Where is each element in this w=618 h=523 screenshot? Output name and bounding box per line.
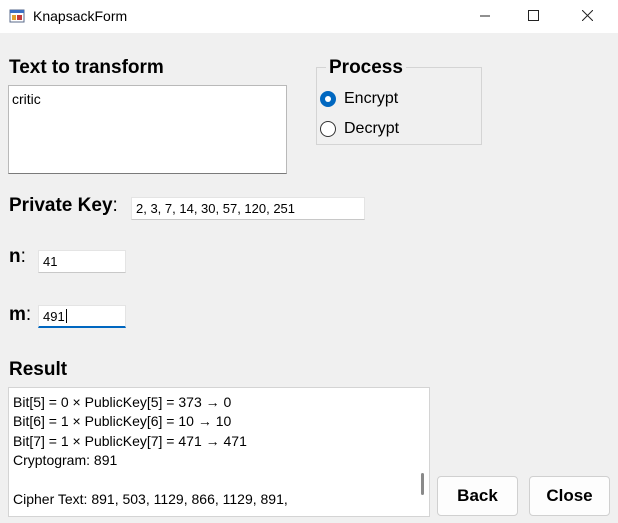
m-value: 491 <box>43 309 65 324</box>
n-input[interactable]: 41 <box>38 250 126 273</box>
n-label: n: <box>9 246 26 268</box>
back-button[interactable]: Back <box>437 476 518 516</box>
window-title: KnapsackForm <box>33 8 128 24</box>
n-colon: : <box>20 246 26 267</box>
result-line: Bit[7] = 1 × PublicKey[7] = 471 → 471 <box>13 432 247 449</box>
app-form-icon <box>9 8 25 24</box>
result-line: Cipher Text: 891, 503, 1129, 866, 1129, … <box>13 490 288 507</box>
encrypt-radio-option[interactable]: Encrypt <box>320 90 398 108</box>
private-key-input[interactable]: 2, 3, 7, 14, 30, 57, 120, 251 <box>131 197 365 220</box>
m-label: m: <box>9 304 31 326</box>
close-icon <box>581 8 593 26</box>
m-label-text: m <box>9 304 26 325</box>
minimize-button[interactable] <box>462 0 508 33</box>
text-caret <box>65 309 67 323</box>
m-input[interactable]: 491 <box>38 305 126 328</box>
result-label: Result <box>9 359 68 380</box>
maximize-icon <box>527 8 539 26</box>
close-button[interactable]: Close <box>529 476 610 516</box>
result-line: Cryptogram: 891 <box>13 452 118 469</box>
text-to-transform-value: critic <box>12 91 41 107</box>
result-lines: Bit[5] = 0 × PublicKey[5] = 373 → 0 Bit[… <box>13 393 413 509</box>
decrypt-radio-option[interactable]: Decrypt <box>320 120 399 138</box>
result-line: Bit[6] = 1 × PublicKey[6] = 10 → 10 <box>13 413 232 430</box>
result-line: Bit[5] = 0 × PublicKey[5] = 373 → 0 <box>13 394 232 410</box>
private-key-label: Private Key: <box>9 195 118 217</box>
result-scroll-thumb[interactable] <box>421 473 424 495</box>
title-bar: KnapsackForm <box>0 0 618 33</box>
result-textbox[interactable]: Bit[5] = 0 × PublicKey[5] = 373 → 0 Bit[… <box>8 387 430 517</box>
close-window-button[interactable] <box>564 0 610 33</box>
m-colon: : <box>25 304 32 325</box>
result-scrollbar[interactable] <box>417 388 429 516</box>
encrypt-radio-label: Encrypt <box>344 90 399 107</box>
minimize-icon <box>480 8 490 26</box>
private-key-label-text: Private Key <box>9 195 113 216</box>
decrypt-radio-label: Decrypt <box>344 120 400 137</box>
private-key-colon: : <box>112 195 118 216</box>
n-label-text: n <box>9 246 21 267</box>
text-to-transform-label: Text to transform <box>9 57 164 78</box>
result-line <box>13 471 413 490</box>
encrypt-radio[interactable] <box>320 91 336 107</box>
maximize-button[interactable] <box>510 0 556 33</box>
n-value: 41 <box>43 254 58 269</box>
process-legend: Process <box>326 57 406 79</box>
text-to-transform-input[interactable]: critic <box>8 85 287 174</box>
private-key-value: 2, 3, 7, 14, 30, 57, 120, 251 <box>136 201 296 216</box>
decrypt-radio[interactable] <box>320 121 336 137</box>
